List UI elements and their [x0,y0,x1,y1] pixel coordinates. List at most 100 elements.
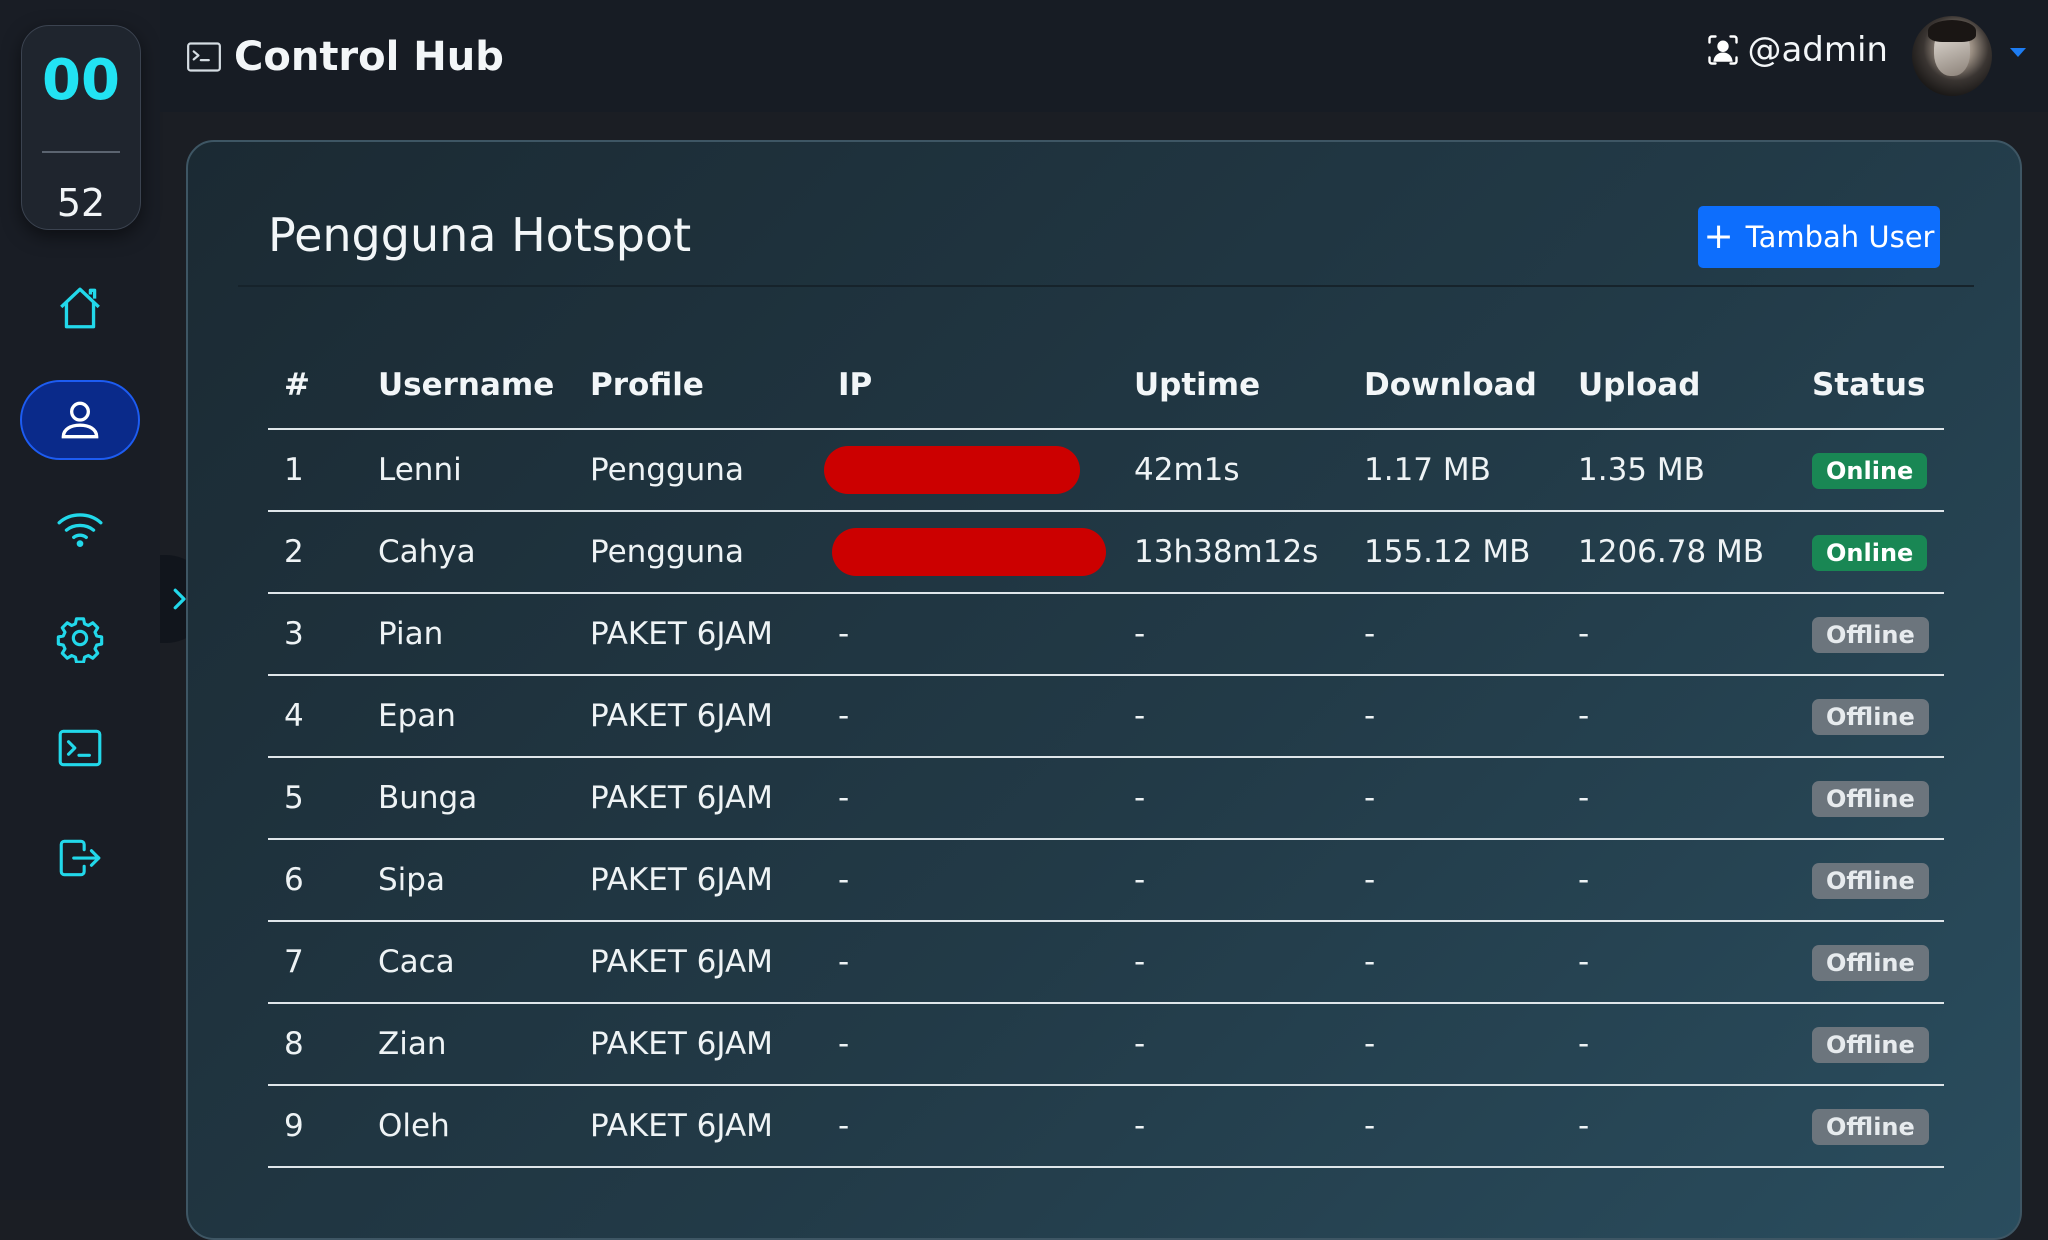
status-badge: Offline [1812,617,1929,653]
cell-status: Offline [1796,757,1944,840]
cell-uptime: - [1118,675,1348,758]
cell-uptime: - [1118,757,1348,840]
cell-ip: - [822,921,1118,1004]
column-header-profile: Profile [574,342,822,430]
table-row[interactable]: 4 Epan PAKET 6JAM - - - - Offline [268,675,1944,758]
column-header-uptime: Uptime [1118,342,1348,430]
cell-profile: PAKET 6JAM [574,593,822,676]
cell-uptime: - [1118,1085,1348,1168]
cell-upload: 1206.78 MB [1562,511,1796,594]
cell-uptime: - [1118,1003,1348,1086]
cell-upload: - [1562,757,1796,840]
avatar-hair [1928,20,1976,42]
status-badge: Online [1812,453,1928,489]
cell-ip: - [822,1085,1118,1168]
brand[interactable]: Control Hub [184,34,504,80]
table-row[interactable]: 3 Pian PAKET 6JAM - - - - Offline [268,593,1944,676]
avatar[interactable] [1912,16,1992,96]
table-header-row: # Username Profile IP Uptime Download Up… [268,342,1944,430]
cell-username: Lenni [362,429,574,512]
cell-uptime: - [1118,921,1348,1004]
status-badge: Offline [1812,945,1929,981]
cell-upload: - [1562,1085,1796,1168]
hotspot-users-card: Pengguna Hotspot + Tambah User # Usernam… [186,140,2022,1240]
top-bar: Control Hub @admin [160,0,2048,112]
cell-username: Bunga [362,757,574,840]
logout-icon [59,839,101,877]
cell-username: Zian [362,1003,574,1086]
card-header-divider [238,285,1974,287]
cell-download: - [1348,921,1562,1004]
cell-username: Caca [362,921,574,1004]
clock-minutes: 52 [56,181,106,225]
cell-profile: PAKET 6JAM [574,839,822,922]
column-header-download: Download [1348,342,1562,430]
cell-number: 2 [268,511,362,594]
cell-status: Offline [1796,593,1944,676]
sidebar-item-terminal[interactable] [20,708,140,788]
column-header-ip: IP [822,342,1118,430]
cell-download: - [1348,757,1562,840]
table-row[interactable]: 8 Zian PAKET 6JAM - - - - Offline [268,1003,1944,1086]
cell-number: 6 [268,839,362,922]
cell-ip: - [822,593,1118,676]
table-row[interactable]: 1 Lenni Pengguna 42m1s 1.17 MB 1.35 MB Online [268,429,1944,512]
cell-upload: - [1562,675,1796,758]
terminal-icon [58,729,102,767]
table-row[interactable]: 6 Sipa PAKET 6JAM - - - - Offline [268,839,1944,922]
cell-download: - [1348,675,1562,758]
cell-status: Offline [1796,839,1944,922]
cell-username: Epan [362,675,574,758]
cell-uptime: 13h38m12s [1118,511,1348,594]
cell-upload: - [1562,1003,1796,1086]
cell-download: 155.12 MB [1348,511,1562,594]
cell-profile: PAKET 6JAM [574,1085,822,1168]
table-row[interactable]: 2 Cahya Pengguna 13h38m12s 155.12 MB 1206.78 … [268,511,1944,594]
cell-status: Online [1796,511,1944,594]
add-user-button[interactable]: + Tambah User [1698,206,1940,268]
sidebar: 00 52 [0,0,160,1200]
cell-upload: - [1562,921,1796,1004]
app-title: Control Hub [234,34,504,80]
cell-ip: - [822,757,1118,840]
table-row[interactable]: 5 Bunga PAKET 6JAM - - - - Offline [268,757,1944,840]
clock-hours: 00 [42,48,120,113]
table-row[interactable]: 7 Caca PAKET 6JAM - - - - Offline [268,921,1944,1004]
status-badge: Offline [1812,1109,1929,1145]
cell-ip [822,429,1118,512]
clock-divider [42,151,120,153]
cell-upload: - [1562,839,1796,922]
column-header-upload: Upload [1562,342,1796,430]
cell-profile: PAKET 6JAM [574,921,822,1004]
redacted-ip [824,446,1080,494]
redacted-ip [832,528,1106,576]
page-title: Pengguna Hotspot [268,208,692,262]
sidebar-item-settings[interactable] [20,598,140,678]
cell-download: - [1348,839,1562,922]
user-badge-icon [1708,35,1739,65]
wifi-icon [57,513,103,547]
cell-upload: 1.35 MB [1562,429,1796,512]
chevron-down-icon[interactable] [2010,48,2026,57]
plus-icon: + [1703,216,1734,257]
cell-profile: PAKET 6JAM [574,675,822,758]
cell-uptime: 42m1s [1118,429,1348,512]
home-icon [60,287,100,329]
cell-number: 4 [268,675,362,758]
table-row[interactable]: 9 Oleh PAKET 6JAM - - - - Offline [268,1085,1944,1168]
cell-username: Cahya [362,511,574,594]
cell-profile: PAKET 6JAM [574,1003,822,1086]
cell-download: - [1348,1085,1562,1168]
cell-number: 1 [268,429,362,512]
column-header-number: # [268,342,362,430]
cell-number: 3 [268,593,362,676]
cell-upload: - [1562,593,1796,676]
terminal-icon [187,42,221,72]
sidebar-item-home[interactable] [20,268,140,348]
cell-status: Offline [1796,675,1944,758]
user-menu[interactable]: @admin [1705,30,1888,70]
sidebar-item-hotspot[interactable] [20,488,140,568]
sidebar-item-logout[interactable] [20,818,140,898]
sidebar-item-users[interactable] [20,380,140,460]
cell-profile: PAKET 6JAM [574,757,822,840]
